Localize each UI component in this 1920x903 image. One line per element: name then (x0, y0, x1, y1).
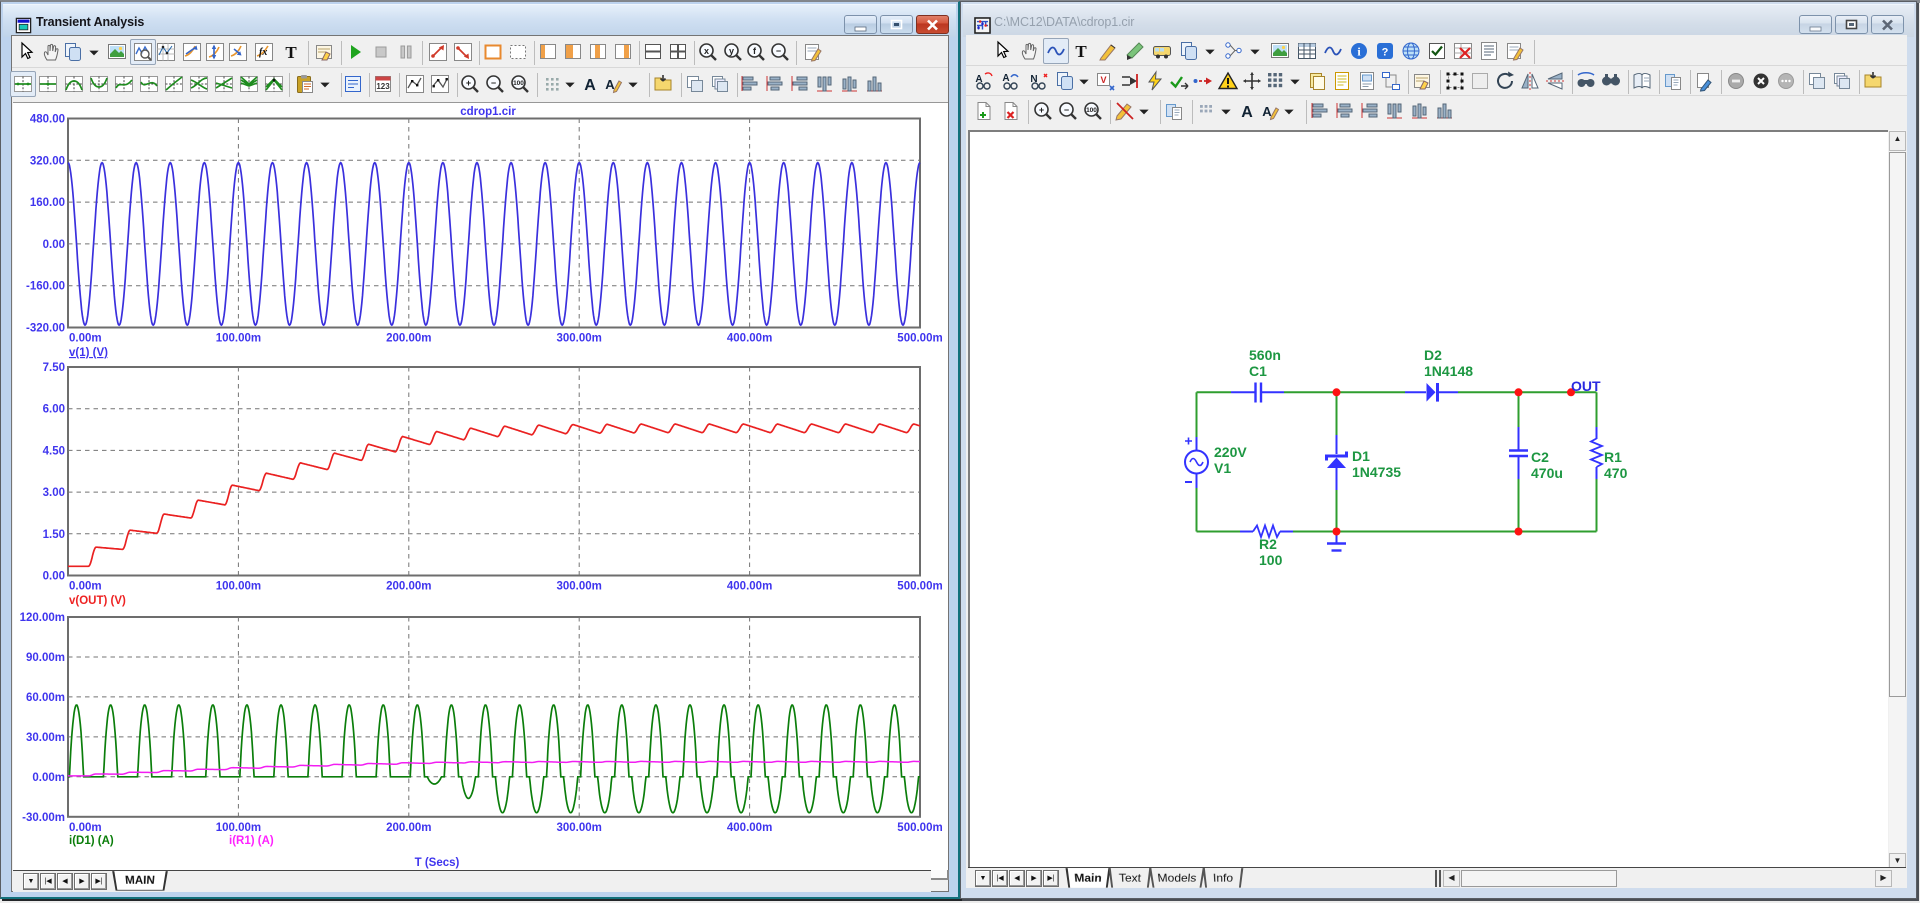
svg-text:A: A (584, 77, 596, 94)
svg-text:123: 123 (376, 82, 390, 91)
svg-text:i: i (1357, 45, 1361, 59)
svg-text:?: ? (1382, 47, 1389, 59)
svg-text:A: A (975, 74, 982, 85)
svg-text:V: V (1100, 75, 1106, 85)
svg-text:+: + (1039, 105, 1044, 115)
svg-text:f: f (753, 46, 757, 56)
svg-text:100: 100 (1086, 107, 1097, 114)
svg-text:T: T (1075, 42, 1087, 61)
svg-text:fx: fx (259, 47, 267, 58)
svg-text:A: A (1241, 104, 1253, 121)
svg-text:A: A (605, 77, 615, 92)
svg-text:−: − (776, 46, 781, 56)
svg-text:−: − (491, 78, 496, 88)
svg-text:x: x (704, 46, 709, 56)
svg-text:+: + (466, 78, 471, 88)
svg-text:T: T (285, 43, 297, 62)
svg-text:−: − (1064, 105, 1069, 115)
svg-text:A: A (1002, 73, 1009, 84)
svg-text:100: 100 (513, 80, 524, 87)
svg-text:y: y (729, 46, 734, 56)
svg-text:A: A (1262, 104, 1272, 119)
svg-text:N: N (1030, 74, 1037, 85)
